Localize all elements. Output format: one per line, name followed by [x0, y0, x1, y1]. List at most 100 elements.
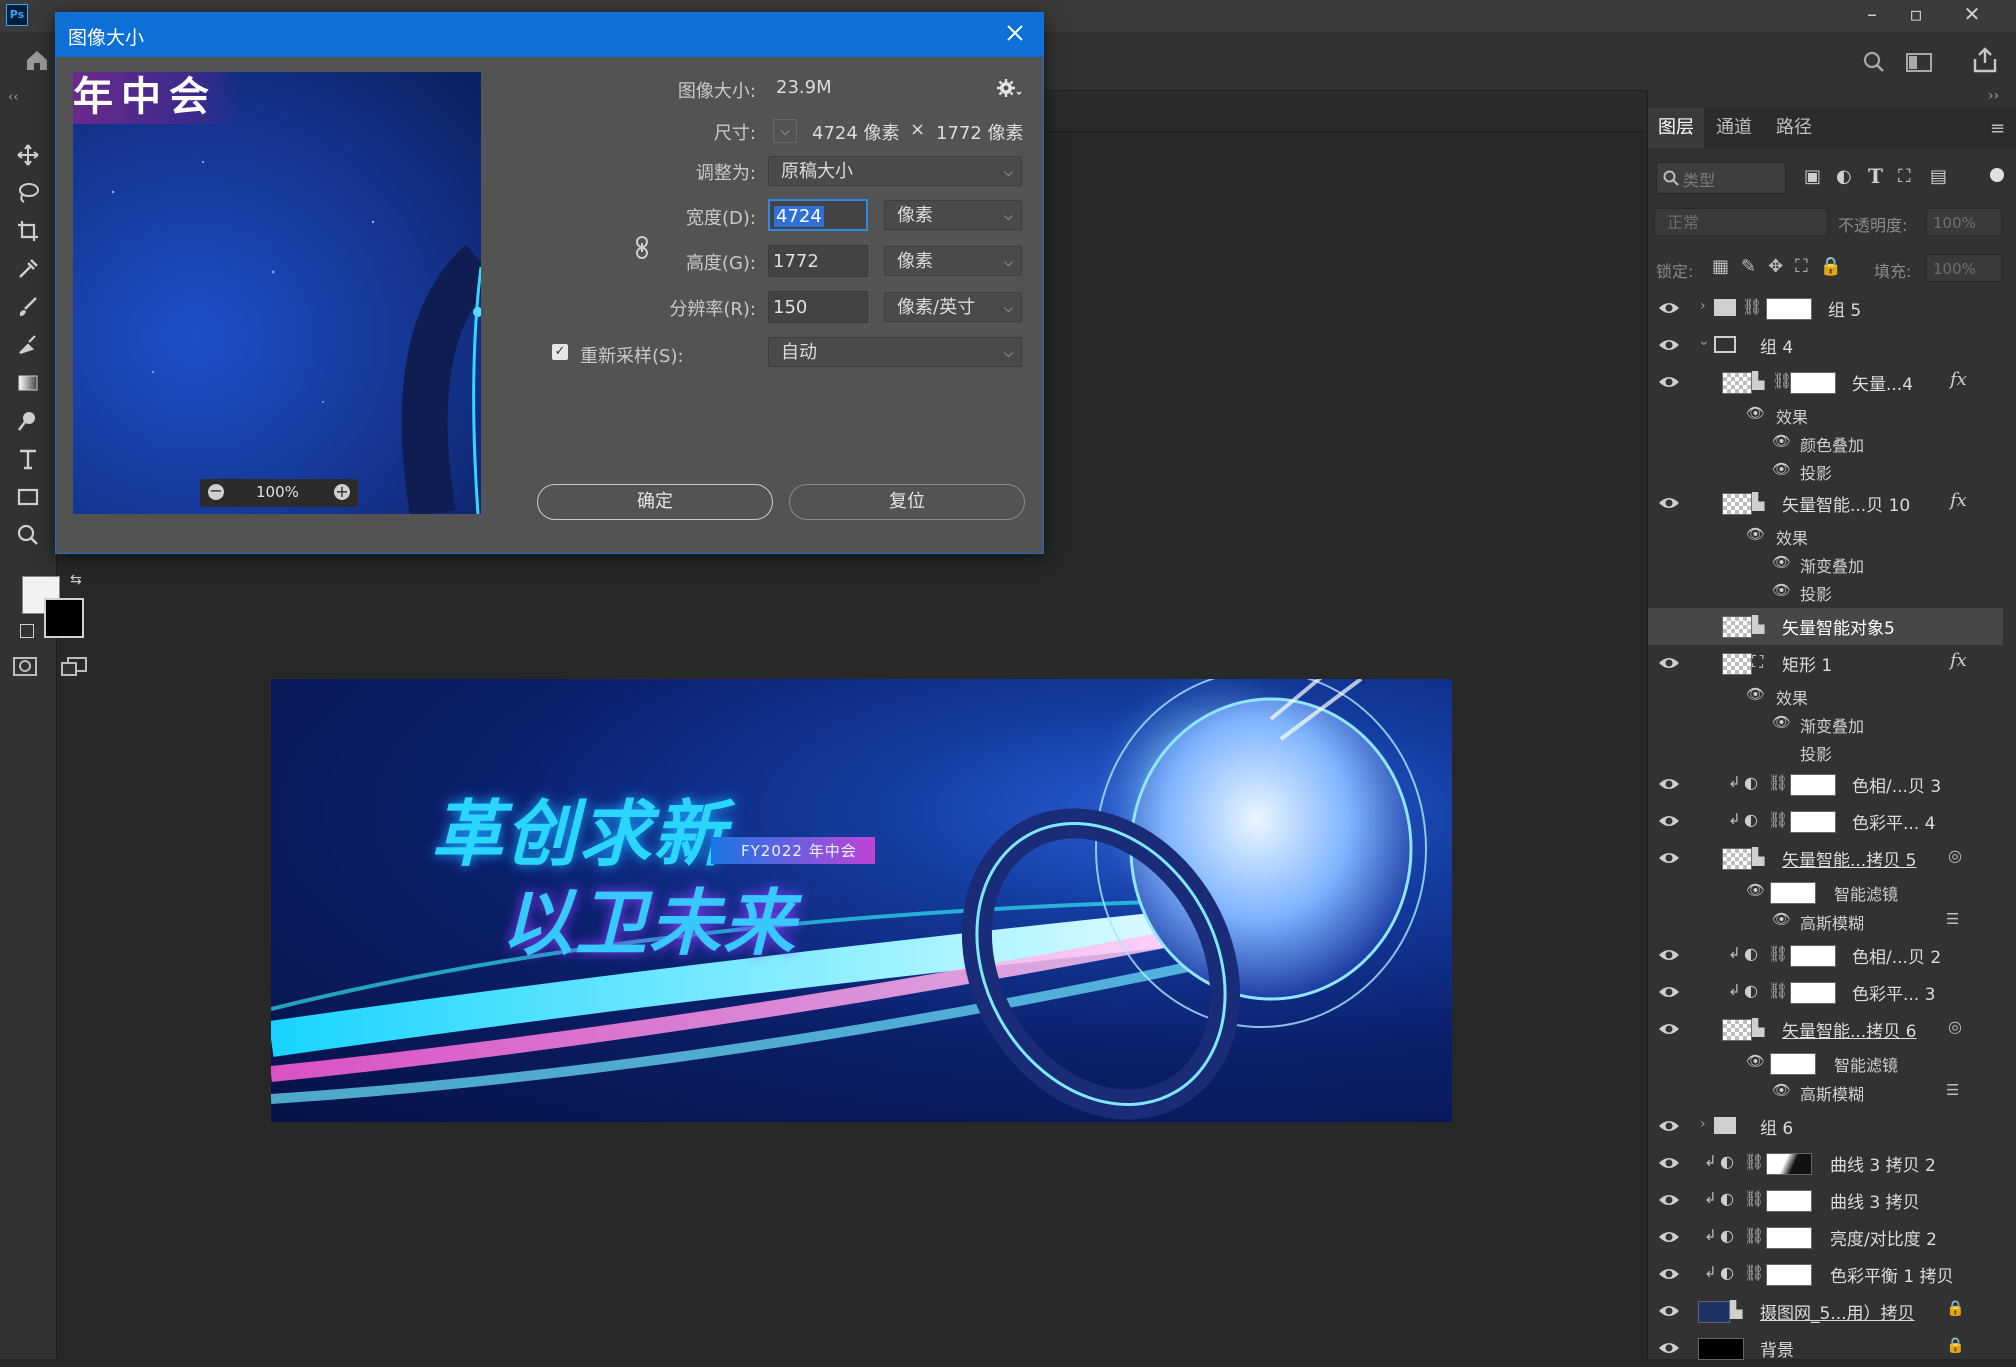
- layer-row[interactable]: ▙ 摄图网_5...用）拷贝 🔒: [1648, 1293, 2003, 1330]
- visibility-eye-icon[interactable]: 👁: [1772, 1081, 1791, 1099]
- swap-colors-icon[interactable]: ⇆: [70, 572, 82, 588]
- background-color-swatch[interactable]: [44, 598, 84, 638]
- visibility-eye-icon[interactable]: [1658, 1117, 1680, 1135]
- layer-thumbnail[interactable]: [1722, 372, 1752, 394]
- expand-arrow-icon[interactable]: ›: [1700, 298, 1706, 314]
- filter-type-icon[interactable]: T: [1868, 164, 1883, 188]
- panel-menu-icon[interactable]: ≡: [1990, 118, 2005, 139]
- layer-row[interactable]: ↲ ◐ ⛓ 色相/...贝 2: [1648, 937, 2003, 974]
- width-unit-select[interactable]: 像素 ⌵: [884, 200, 1022, 230]
- close-window-icon[interactable]: ✕: [1944, 0, 2000, 30]
- layer-row[interactable]: ▙ 矢量智能对象5: [1648, 608, 2003, 645]
- layer-row[interactable]: ↲ ◐ ⛓ 曲线 3 拷贝 2: [1648, 1145, 2003, 1182]
- screen-mode-icon[interactable]: [60, 656, 88, 678]
- fx-icon[interactable]: fx: [1950, 369, 1967, 390]
- layer-mask-thumbnail[interactable]: [1790, 811, 1836, 833]
- zoom-out-icon[interactable]: −: [208, 483, 224, 500]
- visibility-eye-icon[interactable]: [1658, 775, 1680, 793]
- layer-row[interactable]: ▙ 矢量智能...拷贝 5 ◎: [1648, 840, 2003, 877]
- lasso-tool-icon[interactable]: [13, 178, 43, 208]
- visibility-eye-icon[interactable]: [1658, 983, 1680, 1001]
- tab-layers[interactable]: 图层: [1648, 108, 1704, 148]
- width-input[interactable]: 4724: [768, 199, 868, 231]
- visibility-eye-icon[interactable]: 👁: [1772, 910, 1791, 928]
- visibility-eye-icon[interactable]: [1658, 373, 1680, 391]
- layer-row[interactable]: ▙ ⛓ 矢量...4 fx: [1648, 364, 2003, 401]
- type-tool-icon[interactable]: [13, 444, 43, 474]
- visibility-eye-icon[interactable]: [1658, 1302, 1680, 1320]
- layer-row[interactable]: ↲ ◐ ⛓ 色彩平衡 1 拷贝: [1648, 1256, 2003, 1293]
- default-colors-icon[interactable]: [20, 624, 34, 638]
- fill-input[interactable]: 100%: [1926, 254, 2002, 282]
- layer-filter-input[interactable]: 类型: [1656, 162, 1786, 194]
- zoom-in-icon[interactable]: +: [334, 484, 350, 500]
- visibility-eye-icon[interactable]: [1658, 654, 1680, 672]
- resolution-unit-select[interactable]: 像素/英寸 ⌵: [884, 292, 1022, 322]
- visibility-eye-icon[interactable]: 👁: [1772, 432, 1791, 450]
- filter-pixel-icon[interactable]: ▣: [1804, 166, 1821, 187]
- collapse-toolbar-icon[interactable]: ‹‹: [8, 90, 18, 105]
- height-unit-select[interactable]: 像素 ⌵: [884, 246, 1022, 276]
- layer-row[interactable]: ⛶ 矩形 1 fx: [1648, 645, 2003, 682]
- clone-stamp-tool-icon[interactable]: [13, 330, 43, 360]
- fx-icon[interactable]: fx: [1950, 650, 1967, 671]
- rectangle-tool-icon[interactable]: [13, 482, 43, 512]
- layer-thumbnail[interactable]: [1722, 493, 1752, 515]
- quick-mask-icon[interactable]: [12, 656, 38, 678]
- filter-smart-object-icon[interactable]: ▤: [1930, 166, 1947, 187]
- layer-mask-thumbnail[interactable]: [1766, 298, 1812, 320]
- visibility-eye-icon[interactable]: [1658, 1154, 1680, 1172]
- opacity-input[interactable]: 100%: [1926, 208, 2002, 236]
- visibility-eye-icon[interactable]: 👁: [1746, 685, 1765, 703]
- search-icon[interactable]: [1862, 50, 1886, 74]
- dialog-title-bar[interactable]: 图像大小: [56, 13, 1043, 57]
- visibility-eye-icon[interactable]: [1658, 336, 1680, 354]
- visibility-eye-icon[interactable]: 👁: [1746, 404, 1765, 422]
- visibility-eye-icon[interactable]: [1658, 812, 1680, 830]
- maximize-icon[interactable]: ▫: [1888, 0, 1944, 30]
- layer-row[interactable]: 背景 🔒: [1648, 1330, 2003, 1367]
- visibility-eye-icon[interactable]: [1658, 299, 1680, 317]
- visibility-eye-icon[interactable]: [1658, 1228, 1680, 1246]
- filter-shape-icon[interactable]: ⛶: [1898, 166, 1911, 187]
- resolution-input[interactable]: 150: [768, 291, 868, 323]
- layer-row[interactable]: › ⛓ 组 5: [1648, 290, 2003, 327]
- layer-row[interactable]: ▙ 矢量智能...拷贝 6 ◎: [1648, 1011, 2003, 1048]
- visibility-eye-icon[interactable]: [1658, 1339, 1680, 1357]
- layer-mask-thumbnail[interactable]: [1766, 1190, 1812, 1212]
- layer-thumbnail[interactable]: [1722, 653, 1752, 675]
- reset-button[interactable]: 复位: [789, 484, 1025, 520]
- dodge-tool-icon[interactable]: [13, 406, 43, 436]
- layer-thumbnail[interactable]: [1698, 1338, 1744, 1360]
- visibility-eye-icon[interactable]: 👁: [1746, 1052, 1765, 1070]
- fit-to-select[interactable]: 原稿大小 ⌵: [768, 156, 1022, 186]
- ok-button[interactable]: 确定: [537, 484, 773, 520]
- visibility-eye-icon[interactable]: [1658, 1265, 1680, 1283]
- dimensions-unit-dropdown[interactable]: ⌵: [773, 119, 797, 143]
- visibility-eye-icon[interactable]: 👁: [1746, 525, 1765, 543]
- filter-options-icon[interactable]: ☰: [1946, 1081, 1959, 1099]
- close-icon[interactable]: [1001, 19, 1029, 47]
- image-preview[interactable]: 年中会 − 100% +: [73, 72, 481, 514]
- visibility-eye-icon[interactable]: [1658, 1020, 1680, 1038]
- gradient-tool-icon[interactable]: [13, 368, 43, 398]
- collapse-arrow-icon[interactable]: ⌄: [1698, 333, 1710, 349]
- layer-row[interactable]: ⌄ 组 4: [1648, 327, 2003, 364]
- filter-adjustment-icon[interactable]: ◐: [1836, 166, 1852, 187]
- expand-arrow-icon[interactable]: ›: [1700, 1116, 1706, 1132]
- visibility-eye-icon[interactable]: 👁: [1772, 581, 1791, 599]
- tab-channels[interactable]: 通道: [1706, 108, 1762, 148]
- resample-checkbox[interactable]: ✓: [552, 344, 568, 360]
- filter-toggle-icon[interactable]: [1990, 168, 2004, 182]
- visibility-eye-icon[interactable]: 👁: [1772, 553, 1791, 571]
- layer-mask-thumbnail[interactable]: [1766, 1264, 1812, 1286]
- layer-mask-thumbnail[interactable]: [1766, 1227, 1812, 1249]
- layer-thumbnail[interactable]: [1722, 616, 1752, 638]
- zoom-tool-icon[interactable]: [13, 520, 43, 550]
- smart-filter-icon[interactable]: ◎: [1948, 1017, 1962, 1036]
- brush-tool-icon[interactable]: [13, 292, 43, 322]
- filter-mask-thumbnail[interactable]: [1770, 1053, 1816, 1075]
- share-icon[interactable]: [1972, 46, 1998, 74]
- layer-thumbnail[interactable]: [1722, 1019, 1752, 1041]
- tab-paths[interactable]: 路径: [1766, 108, 1822, 148]
